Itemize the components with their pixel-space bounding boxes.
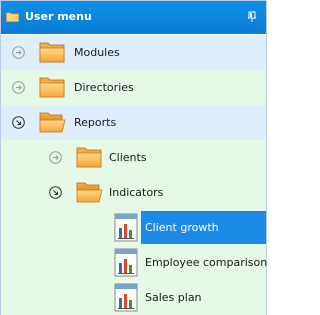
panel-header: User menu [1,1,266,34]
tree-item-label: Employee comparison [145,256,268,269]
collapse-icon[interactable] [49,186,62,199]
tree-item-label: Client growth [145,221,219,234]
report-icon [114,283,138,312]
expand-icon[interactable] [12,81,25,94]
expand-icon[interactable] [49,151,62,164]
report-icon [114,213,138,242]
tree-item-modules[interactable]: Modules [1,35,266,70]
tree-item-label: Clients [109,151,147,164]
tree-item-directories[interactable]: Directories [1,70,266,105]
tree-item-client-growth[interactable]: Client growth [1,210,266,245]
tree-item-label: Reports [74,116,117,129]
folder-icon [6,12,19,22]
folder-icon [39,40,66,63]
expand-icon[interactable] [12,46,25,59]
user-menu-panel: User menu Modules Directories Reports Cl… [0,0,267,315]
panel-title: User menu [25,10,92,23]
tree-item-label: Directories [74,81,134,94]
tree-item-label: Modules [74,46,120,59]
folder-icon [39,75,66,98]
tree-item-reports[interactable]: Reports [1,105,266,140]
collapse-icon[interactable] [12,116,25,129]
tree-item-indicators[interactable]: Indicators [1,175,266,210]
tree-item-clients[interactable]: Clients [1,140,266,175]
tree-item-label: Sales plan [145,291,202,304]
folder-icon [76,145,103,168]
folder-open-icon [76,180,103,203]
pin-icon[interactable] [246,11,258,23]
folder-open-icon [39,110,66,133]
tree-item-label: Indicators [109,186,164,199]
report-icon [114,248,138,277]
tree-item-employee-comparison[interactable]: Employee comparison [1,245,268,280]
tree-item-sales-plan[interactable]: Sales plan [1,280,266,315]
